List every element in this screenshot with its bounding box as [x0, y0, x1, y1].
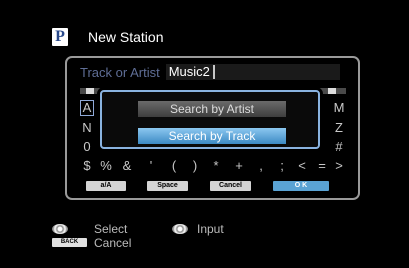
key-asterisk[interactable]: * — [209, 158, 223, 174]
ok-button[interactable]: O K — [273, 181, 329, 191]
search-input[interactable]: Music2 — [165, 64, 340, 80]
key-less-than[interactable]: < — [295, 158, 309, 174]
key-A[interactable]: A — [80, 100, 94, 116]
key-percent[interactable]: % — [99, 158, 113, 174]
key-top-1[interactable] — [86, 88, 94, 94]
key-M[interactable]: M — [332, 100, 346, 116]
key-Z[interactable]: Z — [332, 120, 346, 136]
cursor-button-icon — [172, 224, 188, 234]
input-label: Track or Artist — [80, 64, 160, 80]
case-toggle-button[interactable]: a/A — [86, 181, 126, 191]
header: P New Station — [52, 27, 163, 47]
search-input-value: Music2 — [168, 64, 210, 79]
search-by-artist-button[interactable]: Search by Artist — [138, 101, 286, 117]
key-greater-than[interactable]: > — [332, 158, 346, 174]
input-hint: Input — [197, 222, 224, 236]
key-ampersand[interactable]: & — [120, 158, 134, 174]
key-comma[interactable]: , — [254, 158, 268, 174]
input-row: Track or Artist Music2 — [80, 64, 340, 80]
text-cursor — [212, 65, 215, 79]
search-by-track-button[interactable]: Search by Track — [138, 128, 286, 144]
key-hash[interactable]: # — [332, 139, 346, 155]
key-plus[interactable]: + — [232, 158, 246, 174]
key-open-paren[interactable]: ( — [167, 158, 181, 174]
key-close-paren[interactable]: ) — [188, 158, 202, 174]
pandora-logo: P — [52, 28, 68, 46]
page-title: New Station — [88, 29, 164, 45]
screen: P New Station Track or Artist Music2 A N… — [0, 0, 409, 268]
key-0[interactable]: 0 — [80, 139, 94, 155]
right-arrow-icon[interactable] — [328, 88, 336, 94]
cancel-hint: Cancel — [94, 236, 132, 250]
key-N[interactable]: N — [80, 120, 94, 136]
key-dollar[interactable]: $ — [80, 158, 94, 174]
space-button[interactable]: Space — [147, 181, 188, 191]
select-hint: Select — [94, 222, 128, 236]
back-button-icon: BACK — [52, 238, 87, 247]
key-semicolon[interactable]: ; — [275, 158, 289, 174]
key-equals[interactable]: = — [315, 158, 329, 174]
cancel-key-button[interactable]: Cancel — [210, 181, 251, 191]
key-apostrophe[interactable]: ' — [144, 158, 158, 174]
enter-button-icon — [52, 224, 68, 234]
search-type-popup: Search by Artist Search by Track — [100, 90, 320, 149]
